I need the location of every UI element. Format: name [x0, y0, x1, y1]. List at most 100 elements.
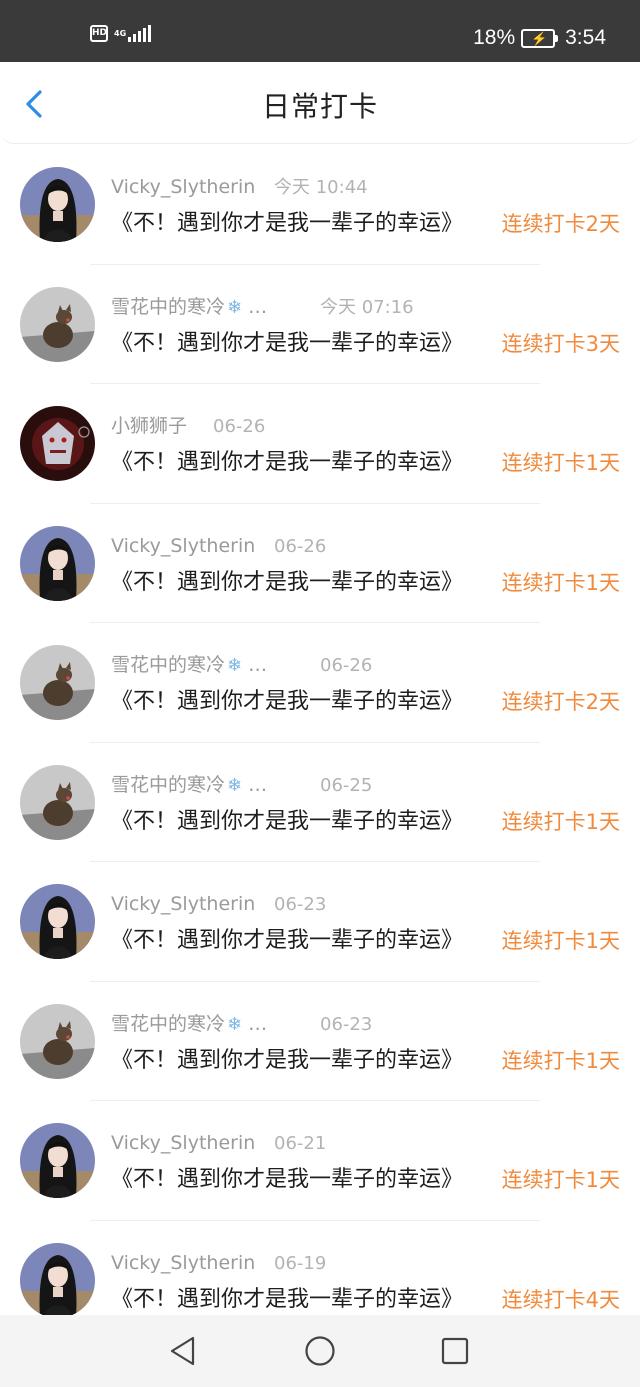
username-text: Vicky_Slytherin [111, 176, 256, 198]
streak-label: 连续打卡2天 [501, 212, 620, 236]
header: 日常打卡 [0, 62, 640, 144]
checkin-message: 《不！遇到你才是我一辈子的幸运》 [111, 808, 464, 834]
timestamp: 06-23 [274, 894, 327, 915]
snowflake-icon: ❄ [227, 296, 243, 318]
system-nav-bar [0, 1315, 640, 1387]
streak-label: 连续打卡1天 [501, 809, 620, 834]
checkin-message: 《不！遇到你才是我一辈子的幸运》 [111, 928, 464, 953]
timestamp: 06-26 [320, 655, 373, 676]
username[interactable]: Vicky_Slytherin [111, 534, 255, 558]
hd-icon: HD [90, 24, 108, 42]
avatar[interactable] [20, 1242, 95, 1318]
battery-percent: 18% [473, 26, 516, 49]
username-text: Vicky_Slytherin [111, 1132, 256, 1154]
checkin-row[interactable]: Vicky_Slytherin 今天 10:44 《不！遇到你才是我一辈子的幸运》 连… [0, 145, 640, 265]
girl-avatar [20, 884, 95, 959]
checkin-message: 《不！遇到你才是我一辈子的幸运》 [111, 1167, 464, 1192]
timestamp: 06-26 [213, 416, 266, 437]
avatar[interactable] [20, 1003, 95, 1079]
username-text: Vicky_Slytherin [111, 534, 256, 557]
square-recents-icon [441, 1337, 469, 1365]
checkin-row[interactable]: 小狮狮子 06-26 《不！遇到你才是我一辈子的幸运》 连续打卡1天 [0, 384, 640, 504]
checkin-row[interactable]: Vicky_Slytherin 06-23 《不！遇到你才是我一辈子的幸运》 连续打卡… [0, 862, 640, 982]
ellipsis: … [242, 295, 268, 318]
username-text: 雪花中的寒冷 [111, 654, 226, 676]
checkin-row[interactable]: 雪花中的寒冷 ❄ … 06-25 《不！遇到你才是我一辈子的幸运》 连续打卡1天 [0, 743, 640, 862]
girl-avatar [20, 1123, 95, 1198]
ellipsis: … [242, 773, 268, 796]
checkin-row[interactable]: Vicky_Slytherin 06-26 《不！遇到你才是我一辈子的幸运》 连续打卡… [0, 504, 640, 623]
snowflake-icon: ❄ [227, 774, 243, 796]
girl-avatar [20, 167, 95, 242]
streak-label: 连续打卡1天 [501, 929, 620, 953]
checkin-list: Vicky_Slytherin 今天 10:44 《不！遇到你才是我一辈子的幸运》连… [0, 145, 640, 1340]
timestamp: 06-26 [274, 535, 327, 557]
nav-back-button[interactable] [167, 1335, 199, 1367]
username-text: 雪花中的寒冷 [111, 295, 226, 318]
checkin-row[interactable]: 雪花中的寒冷 ❄ … 今天 07:16 《不！遇到你才是我一辈子的幸运》 连续打卡3天 [0, 265, 640, 384]
checkin-row[interactable]: 雪花中的寒冷 ❄ … 06-23 《不！遇到你才是我一辈子的幸运》 连续打卡1天 [0, 982, 640, 1101]
snowflake-icon: ❄ [227, 655, 243, 676]
checkin-message: 《不！遇到你才是我一辈子的幸运》 [111, 211, 464, 236]
streak-label: 连续打卡2天 [501, 690, 620, 714]
dark-avatar [20, 406, 95, 481]
circle-home-icon [305, 1336, 335, 1366]
streak-label: 连续打卡1天 [501, 1168, 620, 1192]
battery-charging-icon: ⚡ [521, 28, 559, 48]
timestamp: 今天 07:16 [320, 296, 414, 318]
username-text: Vicky_Slytherin [111, 1251, 256, 1274]
username[interactable]: Vicky_Slytherin [111, 1251, 255, 1275]
nav-recents-button[interactable] [439, 1335, 471, 1367]
cat-avatar [20, 764, 95, 840]
username[interactable]: Vicky_Slytherin [111, 892, 255, 916]
status-left: HD 4G [90, 24, 153, 42]
username[interactable]: 雪花中的寒冷 ❄ … [111, 653, 267, 678]
streak-label: 连续打卡1天 [501, 570, 620, 595]
signal-icon [128, 24, 153, 42]
checkin-message: 《不！遇到你才是我一辈子的幸运》 [111, 330, 464, 356]
cat-avatar [20, 286, 95, 362]
avatar[interactable] [20, 1123, 95, 1198]
avatar[interactable] [20, 286, 95, 362]
timestamp: 今天 10:44 [274, 177, 368, 198]
status-right: 18% ⚡ 3:54 [473, 26, 606, 50]
avatar[interactable] [20, 406, 95, 481]
timestamp: 06-23 [320, 1013, 373, 1035]
page-title: 日常打卡 [261, 90, 378, 123]
girl-avatar [20, 525, 95, 601]
username-text: Vicky_Slytherin [111, 893, 256, 915]
timestamp: 06-21 [274, 1133, 327, 1154]
checkin-row[interactable]: Vicky_Slytherin 06-21 《不！遇到你才是我一辈子的幸运》 连续打卡… [0, 1101, 640, 1221]
streak-label: 连续打卡3天 [501, 331, 620, 356]
avatar[interactable] [20, 764, 95, 840]
status-bar: HD 4G 18% ⚡ 3:54 [0, 0, 640, 62]
checkin-message: 《不！遇到你才是我一辈子的幸运》 [111, 569, 464, 595]
clock: 3:54 [565, 26, 606, 49]
checkin-message: 《不！遇到你才是我一辈子的幸运》 [111, 689, 464, 714]
checkin-message: 《不！遇到你才是我一辈子的幸运》 [111, 1047, 464, 1073]
avatar[interactable] [20, 645, 95, 720]
username[interactable]: 雪花中的寒冷 ❄ … [111, 773, 267, 798]
avatar[interactable] [20, 884, 95, 959]
username[interactable]: 雪花中的寒冷 ❄ … [111, 295, 267, 320]
username[interactable]: Vicky_Slytherin [111, 1131, 255, 1155]
checkin-message: 《不！遇到你才是我一辈子的幸运》 [111, 450, 464, 475]
cat-avatar [20, 1003, 95, 1079]
username[interactable]: 小狮狮子 [111, 414, 187, 438]
username[interactable]: 雪花中的寒冷 ❄ … [111, 1012, 267, 1037]
checkin-row[interactable]: 雪花中的寒冷 ❄ … 06-26 《不！遇到你才是我一辈子的幸运》 连续打卡2天 [0, 623, 640, 743]
triangle-back-icon [170, 1336, 195, 1366]
username-text: 雪花中的寒冷 [111, 1012, 226, 1035]
streak-label: 连续打卡1天 [501, 451, 620, 475]
nav-home-button[interactable] [304, 1335, 336, 1367]
username-text: 小狮狮子 [111, 415, 188, 437]
username-text: 雪花中的寒冷 [111, 773, 226, 796]
streak-label: 连续打卡1天 [501, 1048, 620, 1073]
avatar[interactable] [20, 167, 95, 242]
snowflake-icon: ❄ [227, 1013, 243, 1035]
timestamp: 06-19 [274, 1252, 327, 1274]
network-type-icon: 4G [114, 28, 127, 38]
avatar[interactable] [20, 525, 95, 601]
username[interactable]: Vicky_Slytherin [111, 175, 255, 199]
checkin-message: 《不！遇到你才是我一辈子的幸运》 [111, 1286, 464, 1312]
